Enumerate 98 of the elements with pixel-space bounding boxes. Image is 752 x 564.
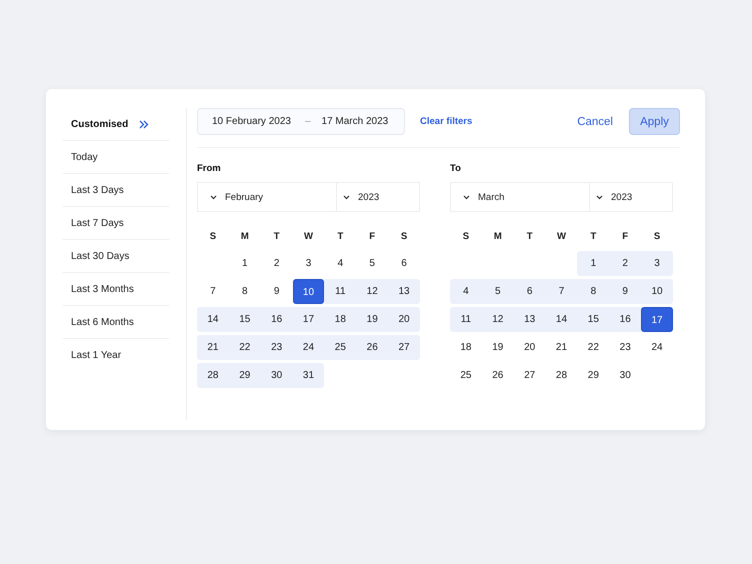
year-dropdown[interactable]: 2023 bbox=[590, 183, 672, 211]
calendar-day[interactable]: 23 bbox=[260, 335, 293, 360]
calendar-day[interactable]: 30 bbox=[609, 363, 642, 388]
calendar-day[interactable]: 10 bbox=[292, 279, 324, 304]
calendar-day[interactable]: 29 bbox=[228, 363, 261, 388]
calendar-day[interactable]: 15 bbox=[228, 307, 261, 332]
calendar-day[interactable]: 21 bbox=[197, 335, 229, 360]
calendar-day[interactable]: 11 bbox=[450, 307, 482, 332]
calendar-day[interactable]: 29 bbox=[577, 363, 610, 388]
calendar-day[interactable]: 11 bbox=[324, 279, 356, 304]
calendar-day[interactable]: 30 bbox=[260, 363, 293, 388]
calendar-day[interactable]: 7 bbox=[546, 279, 578, 304]
calendar-day[interactable]: 9 bbox=[260, 279, 293, 304]
calendar-day[interactable]: 24 bbox=[292, 335, 324, 360]
calendar-day[interactable]: 13 bbox=[388, 279, 420, 304]
calendar-day[interactable]: 19 bbox=[482, 335, 514, 360]
calendar-day[interactable]: 25 bbox=[450, 363, 482, 388]
calendar-day[interactable]: 17 bbox=[292, 307, 324, 332]
weekday-label: T bbox=[272, 230, 281, 244]
calendar-day[interactable]: 21 bbox=[546, 335, 578, 360]
calendar-day[interactable]: 9 bbox=[609, 279, 642, 304]
weekday-label: F bbox=[368, 230, 376, 244]
calendar-day[interactable]: 1 bbox=[577, 251, 610, 276]
preset-item[interactable]: Last 3 Months bbox=[63, 273, 169, 306]
preset-item[interactable]: Today bbox=[63, 141, 169, 174]
weekday-label: T bbox=[336, 230, 344, 244]
month-dropdown[interactable]: February bbox=[198, 183, 337, 211]
calendar-day[interactable]: 15 bbox=[577, 307, 610, 332]
clear-filters-link[interactable]: Clear filters bbox=[420, 116, 472, 127]
calendar-day[interactable]: 18 bbox=[324, 307, 356, 332]
calendar-day[interactable]: 14 bbox=[197, 307, 229, 332]
calendar-day[interactable]: 7 bbox=[197, 279, 229, 304]
preset-item[interactable]: Last 1 Year bbox=[63, 339, 169, 372]
calendar-day[interactable]: 16 bbox=[260, 307, 293, 332]
preset-item[interactable]: Last 6 Months bbox=[63, 306, 169, 339]
calendar-day[interactable]: 10 bbox=[641, 279, 673, 304]
calendar-day[interactable]: 5 bbox=[482, 279, 514, 304]
calendar-day[interactable]: 28 bbox=[197, 363, 229, 388]
calendar-day[interactable]: 8 bbox=[228, 279, 261, 304]
calendar-label: From bbox=[197, 162, 222, 176]
calendar-day[interactable]: 2 bbox=[260, 251, 293, 276]
double-chevron-icon bbox=[139, 120, 149, 128]
calendar-day[interactable]: 14 bbox=[546, 307, 578, 332]
calendar-label: To bbox=[450, 162, 462, 176]
calendar-day[interactable]: 5 bbox=[356, 251, 388, 276]
chevron-down-icon bbox=[463, 194, 470, 200]
cancel-button[interactable]: Cancel bbox=[571, 112, 619, 132]
calendar-day[interactable]: 3 bbox=[641, 251, 673, 276]
calendar-day[interactable]: 2 bbox=[609, 251, 642, 276]
calendar-day[interactable]: 4 bbox=[324, 251, 356, 276]
preset-item[interactable]: Last 7 Days bbox=[63, 207, 169, 240]
weekday-label: S bbox=[462, 230, 470, 244]
weekday-label: S bbox=[400, 230, 408, 244]
weekday-label: W bbox=[303, 230, 314, 244]
weekday-label: W bbox=[556, 230, 567, 244]
preset-item[interactable]: Last 3 Days bbox=[63, 174, 169, 207]
calendar-day[interactable]: 20 bbox=[388, 307, 420, 332]
calendar-day[interactable]: 28 bbox=[546, 363, 578, 388]
date-range-field[interactable]: 10 February 2023 – 17 March 2023 bbox=[197, 108, 405, 135]
calendar-day[interactable]: 1 bbox=[228, 251, 261, 276]
year-dropdown[interactable]: 2023 bbox=[337, 183, 419, 211]
chevron-down-icon bbox=[343, 194, 350, 200]
calendar-day[interactable]: 22 bbox=[577, 335, 610, 360]
calendar-day[interactable]: 16 bbox=[609, 307, 642, 332]
weekday-label: F bbox=[621, 230, 630, 244]
calendar-day[interactable]: 27 bbox=[388, 335, 420, 360]
chevron-down-icon bbox=[596, 194, 603, 200]
calendar-day[interactable]: 3 bbox=[292, 251, 324, 276]
apply-button[interactable]: Apply bbox=[629, 108, 680, 135]
month-dropdown[interactable]: March bbox=[451, 183, 590, 211]
preset-item[interactable]: Customised bbox=[63, 108, 169, 141]
weekday-label: M bbox=[492, 230, 503, 244]
calendar-day[interactable]: 6 bbox=[388, 251, 420, 276]
calendar-day[interactable]: 19 bbox=[356, 307, 388, 332]
calendar-day[interactable]: 26 bbox=[482, 363, 514, 388]
calendar-day[interactable]: 4 bbox=[450, 279, 482, 304]
calendar-day[interactable]: 22 bbox=[228, 335, 261, 360]
calendar-day[interactable]: 12 bbox=[482, 307, 514, 332]
calendar-day[interactable]: 12 bbox=[356, 279, 388, 304]
calendar-day[interactable]: 6 bbox=[514, 279, 546, 304]
calendar-day[interactable]: 8 bbox=[577, 279, 610, 304]
calendar-day[interactable]: 25 bbox=[324, 335, 356, 360]
calendar-day[interactable]: 23 bbox=[609, 335, 642, 360]
calendar-day[interactable]: 24 bbox=[641, 335, 673, 360]
weekday-label: M bbox=[240, 230, 250, 244]
weekday-label: T bbox=[589, 230, 598, 244]
weekday-label: S bbox=[208, 230, 218, 244]
calendar-day[interactable]: 17 bbox=[641, 307, 673, 332]
calendar-day[interactable]: 20 bbox=[514, 335, 546, 360]
calendar-day[interactable]: 26 bbox=[356, 335, 388, 360]
calendar-day[interactable]: 27 bbox=[514, 363, 546, 388]
calendar-day[interactable]: 18 bbox=[450, 335, 482, 360]
weekday-label: T bbox=[526, 230, 534, 244]
chevron-down-icon bbox=[210, 194, 217, 200]
preset-item[interactable]: Last 30 Days bbox=[63, 240, 169, 273]
weekday-label: S bbox=[652, 230, 662, 244]
calendar-day[interactable]: 31 bbox=[292, 363, 324, 388]
calendar-day[interactable]: 13 bbox=[514, 307, 546, 332]
